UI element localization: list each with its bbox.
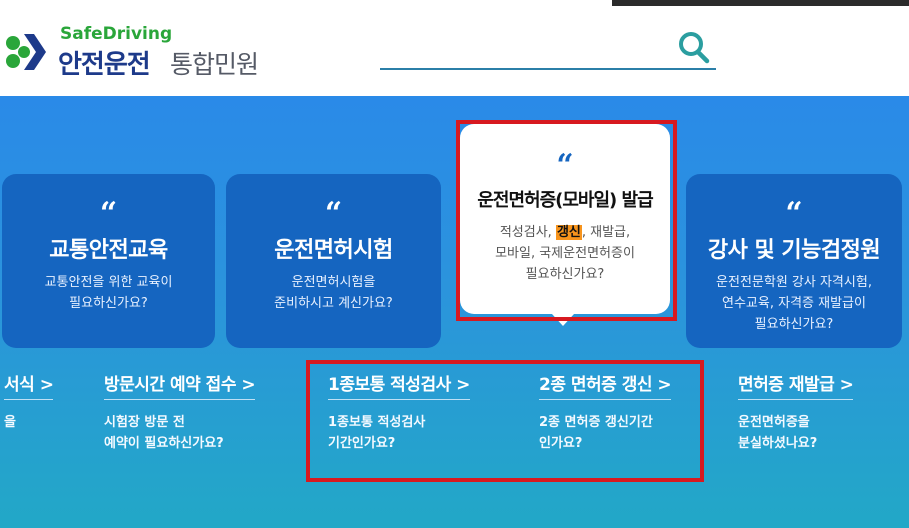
site-logo[interactable]: SafeDriving 안전운전 통합민원: [2, 22, 282, 82]
card-description: 교통안전을 위한 교육이 필요하신가요?: [2, 272, 215, 314]
link-desc-line: 분실하셨나요?: [738, 436, 818, 451]
link-desc-line: 예약이 필요하신가요?: [104, 436, 224, 451]
link-description: 시험장 방문 전 예약이 필요하신가요?: [104, 412, 255, 454]
highlight-renewal: 갱신: [555, 225, 582, 240]
quote-icon: “: [99, 196, 118, 231]
card-desc-line: 모바일, 국제운전면허증이: [495, 246, 635, 261]
logo-title: 안전운전: [58, 50, 151, 80]
card-desc-line: 적성검사, 갱신, 재발급,: [468, 222, 662, 243]
page: SafeDriving 안전운전 통합민원 “ 교통안전교육 교통안전을 위한 …: [0, 0, 909, 528]
card-desc-line: 운전면허시험을: [291, 275, 376, 290]
link-desc-line: 운전면허증을: [738, 415, 810, 430]
link-class1-aptitude-test[interactable]: 1종보통 적성검사 > 1종보통 적성검사 기간인가요?: [328, 370, 470, 454]
link-description: 을: [4, 412, 53, 433]
card-title: 교통안전교육: [49, 238, 168, 263]
card-description: 운전면허시험을 준비하시고 계신가요?: [226, 272, 441, 314]
link-title[interactable]: 1종보통 적성검사 >: [328, 370, 470, 400]
link-desc-line: 인가요?: [539, 436, 583, 451]
link-title[interactable]: 면허증 재발급 >: [738, 370, 854, 400]
logo-subtitle: SafeDriving: [60, 24, 173, 44]
link-desc-line: 2종 면허증 갱신기간: [539, 415, 653, 430]
site-header: SafeDriving 안전운전 통합민원: [0, 0, 909, 96]
card-desc-line: 준비하시고 계신가요?: [274, 296, 393, 311]
link-description: 2종 면허증 갱신기간 인가요?: [539, 412, 671, 454]
link-license-reissue[interactable]: 면허증 재발급 > 운전면허증을 분실하셨나요?: [738, 370, 854, 454]
card-desc-line: 필요하신가요?: [754, 317, 834, 332]
logo-suffix: 통합민원: [170, 50, 259, 79]
card-title: 운전면허증(모바일) 발급: [477, 190, 653, 211]
active-card-pointer: [552, 314, 574, 326]
link-desc-line: 을: [4, 415, 16, 430]
link-class2-license-renewal[interactable]: 2종 면허증 갱신 > 2종 면허증 갱신기간 인가요?: [539, 370, 672, 454]
search-icon: [679, 32, 710, 64]
card-desc-line: 연수교육, 자격증 재발급이: [722, 296, 866, 311]
search-button[interactable]: [676, 28, 712, 66]
card-description: 운전전문학원 강사 자격시험, 연수교육, 자격증 재발급이 필요하신가요?: [686, 272, 902, 335]
link-forms[interactable]: 서식 > 을: [4, 370, 54, 433]
card-instructor-examiner[interactable]: “ 강사 및 기능검정원 운전전문학원 강사 자격시험, 연수교육, 자격증 재…: [686, 174, 902, 348]
logo-mark-icon: [6, 34, 46, 70]
card-desc-line: 운전전문학원 강사 자격시험,: [716, 275, 872, 290]
card-desc-line: 필요하신가요?: [69, 296, 148, 311]
desc-text: , 재발급,: [581, 225, 631, 240]
card-desc-line: 필요하신가요?: [525, 267, 605, 282]
search-input[interactable]: [380, 32, 670, 64]
link-description: 1종보통 적성검사 기간인가요?: [328, 412, 470, 454]
link-desc-line: 시험장 방문 전: [104, 415, 185, 430]
search-bar: [380, 28, 716, 70]
link-desc-line: 1종보통 적성검사: [328, 415, 426, 430]
card-desc-line: 교통안전을 위한 교육이: [44, 275, 173, 290]
quote-icon: “: [556, 148, 574, 183]
link-description: 운전면허증을 분실하셨나요?: [738, 412, 853, 454]
desc-text: 적성검사,: [499, 225, 556, 240]
quote-icon: “: [324, 196, 343, 231]
card-traffic-safety-education[interactable]: “ 교통안전교육 교통안전을 위한 교육이 필요하신가요?: [2, 174, 215, 348]
link-title[interactable]: 서식 >: [4, 370, 54, 400]
card-title: 운전면허시험: [274, 238, 393, 263]
link-visit-reservation[interactable]: 방문시간 예약 접수 > 시험장 방문 전 예약이 필요하신가요?: [104, 370, 256, 454]
card-driver-license-test[interactable]: “ 운전면허시험 운전면허시험을 준비하시고 계신가요?: [226, 174, 441, 348]
card-description: 적성검사, 갱신, 재발급, 모바일, 국제운전면허증이 필요하신가요?: [468, 222, 662, 285]
top-bar: [612, 0, 909, 6]
quote-icon: “: [785, 196, 803, 231]
link-desc-line: 기간인가요?: [328, 436, 396, 451]
link-title[interactable]: 방문시간 예약 접수 >: [104, 370, 256, 400]
link-title[interactable]: 2종 면허증 갱신 >: [539, 370, 672, 400]
card-license-issuance[interactable]: “ 운전면허증(모바일) 발급 적성검사, 갱신, 재발급, 모바일, 국제운전…: [460, 124, 670, 314]
card-title: 강사 및 기능검정원: [707, 238, 881, 263]
